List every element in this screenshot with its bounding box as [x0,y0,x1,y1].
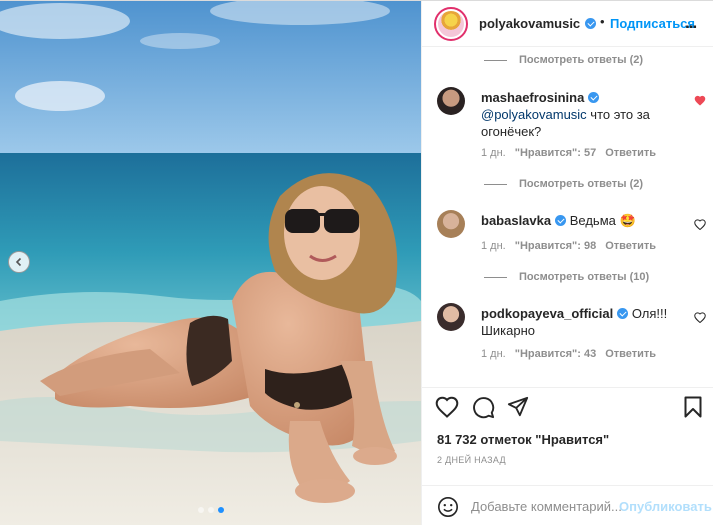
heart-outline-icon[interactable] [694,312,706,323]
verified-badge-icon [585,18,596,29]
comments-list: Посмотреть ответы (2) mashaefrosinina @p… [422,47,713,387]
comment-text-block: mashaefrosinina @polyakovamusic что это … [481,89,681,140]
comment-text-block: babaslavka Ведьма 🤩 [481,212,681,229]
view-replies-label: Посмотреть ответы (2) [519,178,644,190]
comment-text-block: podkopayeva_official Оля!!! Шикарно [481,305,681,339]
like-heart-icon[interactable] [435,396,459,418]
divider-line [484,276,507,278]
verified-badge-icon [588,92,600,103]
heart-outline-icon[interactable] [694,219,706,230]
liked-heart-icon[interactable] [694,95,706,106]
more-options-icon[interactable]: ... [685,13,697,33]
divider-line [484,59,507,61]
post-photo[interactable] [0,1,421,525]
view-replies-button[interactable]: Посмотреть ответы (2) [484,54,643,66]
comment-text: Ведьма 🤩 [569,213,636,228]
commenter-username[interactable]: mashaefrosinina [481,90,584,105]
emoji-smiley-icon[interactable] [437,496,459,518]
beach-photo [0,1,421,525]
carousel-prev-button[interactable] [8,251,30,273]
verified-badge-icon [555,215,567,226]
carousel-dot [207,507,214,513]
commenter-avatar[interactable] [437,303,465,331]
divider-line [484,183,507,185]
post-header: polyakovamusic • Подписаться ... [422,1,713,47]
share-send-icon[interactable] [507,396,529,418]
view-replies-label: Посмотреть ответы (2) [519,54,644,66]
commenter-username[interactable]: podkopayeva_official [481,306,613,321]
follow-button[interactable]: Подписаться [610,16,695,31]
carousel-indicator [0,507,421,513]
commenter-username[interactable]: babaslavka [481,213,551,228]
verified-badge-icon [617,308,629,319]
comment-time: 1 дн. [481,147,506,159]
add-comment-bar: Опубликовать [422,485,713,525]
post-panel: polyakovamusic • Подписаться ... Посмотр… [421,1,713,525]
view-replies-label: Посмотреть ответы (10) [519,271,650,283]
save-bookmark-icon[interactable] [684,396,702,418]
comment-likes[interactable]: "Нравится": 43 [515,348,596,360]
reply-button[interactable]: Ответить [605,348,656,360]
comment-meta: 1 дн. "Нравится": 43 Ответить [481,348,656,360]
view-replies-button[interactable]: Посмотреть ответы (2) [484,178,643,190]
commenter-avatar[interactable] [437,210,465,238]
commenter-avatar[interactable] [437,87,465,115]
view-replies-button[interactable]: Посмотреть ответы (10) [484,271,649,283]
carousel-dot-active [217,507,224,513]
comment-time: 1 дн. [481,348,506,360]
chevron-left-icon [15,257,22,267]
post-date: 2 ДНЕЙ НАЗАД [437,455,506,465]
instagram-post: polyakovamusic • Подписаться ... Посмотр… [0,0,713,525]
publish-button[interactable]: Опубликовать [619,499,712,514]
comment-input[interactable] [471,496,621,516]
comment-bubble-icon[interactable] [472,396,495,419]
likes-count[interactable]: 81 732 отметок "Нравится" [437,432,609,447]
comment-meta: 1 дн. "Нравится": 98 Ответить [481,240,656,252]
comment-likes[interactable]: "Нравится": 57 [515,147,596,159]
mention-link[interactable]: @polyakovamusic [481,107,587,122]
comment-time: 1 дн. [481,240,506,252]
reply-button[interactable]: Ответить [605,240,656,252]
separator-dot: • [600,14,605,29]
author-avatar[interactable] [434,7,468,41]
reply-button[interactable]: Ответить [605,147,656,159]
carousel-dot [197,507,204,513]
comment-meta: 1 дн. "Нравится": 57 Ответить [481,147,656,159]
post-actions: 81 732 отметок "Нравится" 2 ДНЕЙ НАЗАД О… [422,387,713,525]
author-username[interactable]: polyakovamusic [479,16,580,31]
comment-likes[interactable]: "Нравится": 98 [515,240,596,252]
